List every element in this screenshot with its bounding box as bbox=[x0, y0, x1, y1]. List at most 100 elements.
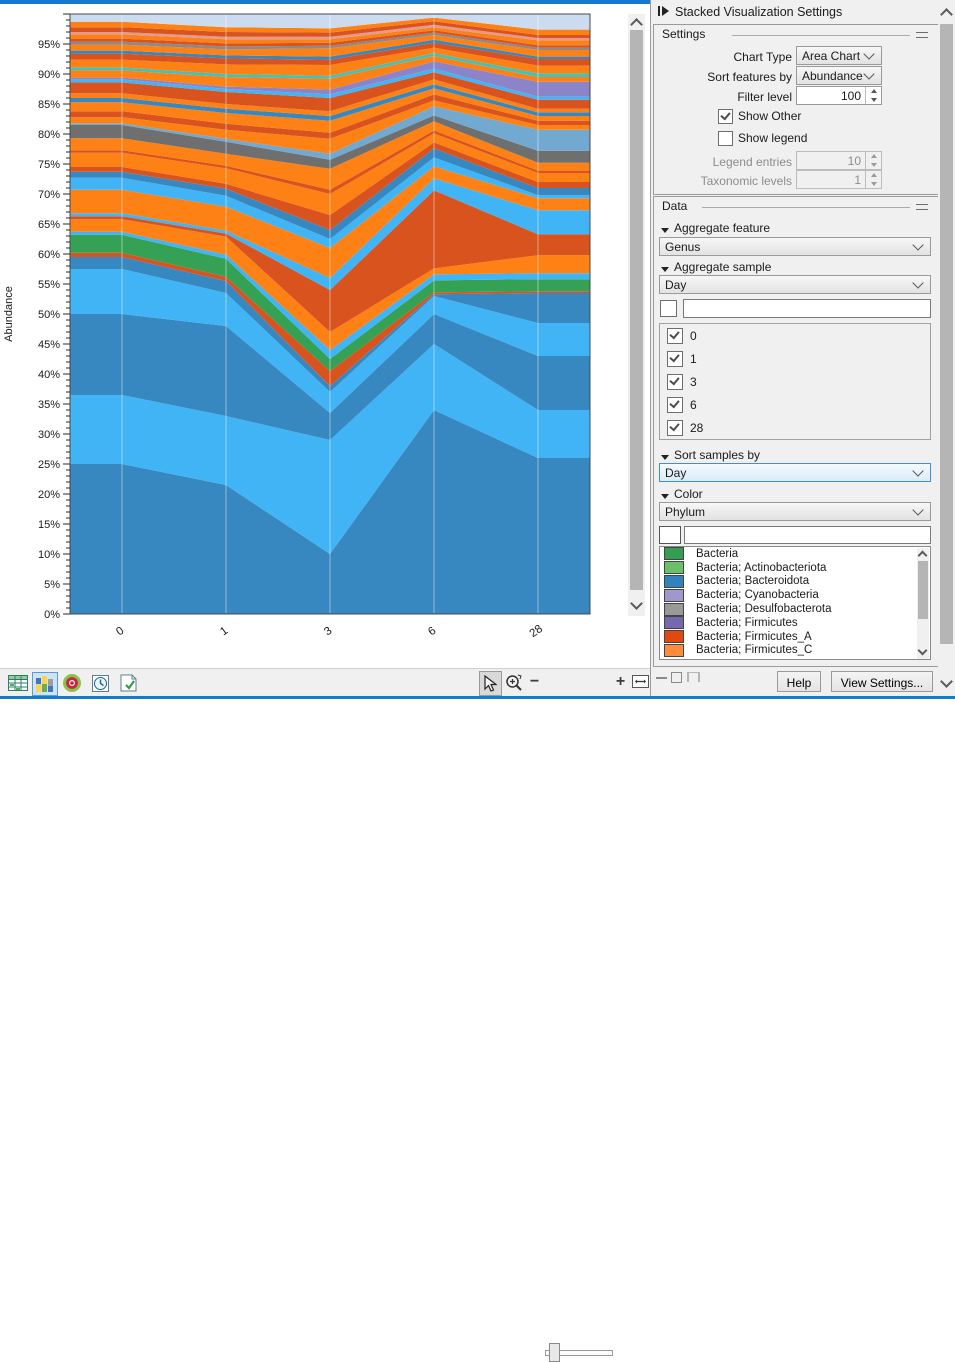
spin-up-icon[interactable] bbox=[866, 87, 881, 96]
sort-samples-section[interactable]: Sort samples by bbox=[661, 448, 760, 462]
sample-list-item[interactable]: 6 bbox=[660, 393, 930, 416]
sample-checkbox[interactable] bbox=[667, 374, 683, 390]
chart-scrollbar-thumb[interactable] bbox=[630, 30, 643, 590]
taxonomic-levels-spinbox: 1 bbox=[796, 170, 882, 189]
zoom-out-button[interactable]: − bbox=[527, 671, 542, 692]
legend-scrollbar[interactable] bbox=[917, 548, 929, 660]
maximize-widget-icon[interactable] bbox=[671, 672, 682, 683]
stacked-chart-view-button[interactable] bbox=[32, 672, 58, 696]
panel-scrollbar[interactable] bbox=[938, 2, 955, 696]
dock-widget-icon[interactable] bbox=[687, 672, 700, 682]
sample-checkbox[interactable] bbox=[667, 397, 683, 413]
legend-item[interactable]: Bacteria; Cyanobacteria bbox=[660, 588, 930, 602]
sort-features-label: Sort features by bbox=[707, 70, 792, 84]
legend-scrollbar-thumb[interactable] bbox=[918, 561, 928, 619]
minimize-widget-icon[interactable] bbox=[656, 674, 667, 679]
history-view-button[interactable] bbox=[88, 672, 112, 694]
legend-item[interactable]: Bacteria; Actinobacteriota bbox=[660, 561, 930, 575]
select-all-samples-checkbox[interactable] bbox=[660, 300, 677, 317]
y-tick-label: 85% bbox=[38, 99, 60, 111]
sample-list-item[interactable]: 28 bbox=[660, 416, 930, 439]
clock-icon bbox=[92, 675, 109, 692]
section-collapse-icon bbox=[661, 455, 669, 460]
spin-down-icon[interactable] bbox=[866, 96, 881, 105]
filter-level-spinbox[interactable]: 100 bbox=[796, 86, 882, 105]
color-combo[interactable]: Phylum bbox=[659, 502, 931, 521]
phylum-legend-list[interactable]: BacteriaBacteria; ActinobacteriotaBacter… bbox=[659, 546, 931, 660]
sample-list-item[interactable]: 0 bbox=[660, 324, 930, 347]
color-swatch-button[interactable] bbox=[659, 526, 681, 544]
sample-checkbox[interactable] bbox=[667, 420, 683, 436]
sample-filter-input[interactable] bbox=[683, 299, 931, 318]
y-tick-label: 20% bbox=[38, 489, 60, 501]
y-tick-label: 25% bbox=[38, 459, 60, 471]
legend-item[interactable]: Bacteria; Firmicutes_C bbox=[660, 644, 930, 658]
zoom-tool-button[interactable] bbox=[503, 671, 524, 694]
aggregate-feature-combo[interactable]: Genus bbox=[659, 237, 931, 256]
cursor-tool-button[interactable] bbox=[479, 671, 502, 696]
legend-color-swatch bbox=[664, 575, 684, 588]
legend-item[interactable]: Bacteria bbox=[660, 547, 930, 561]
view-toolbar: − + bbox=[0, 668, 650, 697]
scroll-down-icon[interactable] bbox=[918, 646, 928, 656]
legend-item[interactable]: Bacteria; Desulfobacterota bbox=[660, 602, 930, 616]
table-view-button[interactable] bbox=[6, 672, 30, 694]
legend-entries-spinbox: 10 bbox=[796, 151, 882, 170]
legend-item[interactable]: Bacteria; Bacteroidota bbox=[660, 575, 930, 589]
legend-label: Bacteria; Desulfobacterota bbox=[696, 603, 832, 615]
zoom-in-button[interactable]: + bbox=[613, 671, 628, 692]
chevron-down-icon bbox=[912, 504, 923, 515]
legend-color-swatch bbox=[664, 616, 684, 629]
sample-checkbox[interactable] bbox=[667, 328, 683, 344]
sample-list-item[interactable]: 1 bbox=[660, 347, 930, 370]
chart-type-combo[interactable]: Area Chart bbox=[796, 46, 882, 65]
taxonomic-levels-label: Taxonomic levels bbox=[701, 174, 792, 188]
y-tick-label: 45% bbox=[38, 339, 60, 351]
color-section[interactable]: Color bbox=[661, 487, 703, 501]
collapse-data-icon[interactable] bbox=[916, 204, 928, 210]
y-tick-label: 30% bbox=[38, 429, 60, 441]
x-axis: 013628 bbox=[114, 623, 545, 640]
scroll-down-icon[interactable] bbox=[630, 597, 643, 610]
scroll-up-icon[interactable] bbox=[940, 8, 953, 21]
legend-entries-label: Legend entries bbox=[713, 155, 792, 169]
aggregate-sample-combo[interactable]: Day bbox=[659, 275, 931, 294]
sort-features-combo[interactable]: Abundance bbox=[796, 66, 882, 85]
scroll-down-icon[interactable] bbox=[940, 675, 953, 688]
y-axis-title: Abundance bbox=[3, 286, 15, 342]
y-axis: 0%5%10%15%20%25%30%35%40%45%50%55%60%65%… bbox=[38, 14, 70, 621]
section-collapse-icon bbox=[661, 228, 669, 233]
legend-label: Bacteria; Firmicutes_A bbox=[696, 631, 812, 643]
collapse-panel-icon[interactable] bbox=[657, 6, 673, 18]
y-tick-label: 75% bbox=[38, 159, 60, 171]
sample-checkbox[interactable] bbox=[667, 351, 683, 367]
panel-scrollbar-thumb[interactable] bbox=[940, 24, 953, 644]
view-settings-button[interactable]: View Settings... bbox=[831, 671, 933, 692]
aggregate-feature-section[interactable]: Aggregate feature bbox=[661, 221, 770, 235]
fit-width-button[interactable] bbox=[630, 671, 650, 692]
fit-width-icon bbox=[632, 675, 649, 688]
donut-view-button[interactable] bbox=[60, 672, 84, 694]
sort-samples-combo[interactable]: Day bbox=[659, 463, 931, 482]
section-collapse-icon bbox=[661, 267, 669, 272]
zoom-slider-handle[interactable] bbox=[549, 1343, 560, 1362]
scroll-up-icon[interactable] bbox=[630, 18, 643, 31]
report-view-button[interactable] bbox=[116, 672, 140, 694]
legend-item[interactable]: Bacteria; Firmicutes bbox=[660, 616, 930, 630]
legend-color-swatch bbox=[664, 630, 684, 643]
scroll-up-icon[interactable] bbox=[918, 551, 928, 561]
cursor-icon bbox=[484, 675, 497, 692]
chart-vertical-scrollbar[interactable] bbox=[628, 14, 645, 616]
help-button[interactable]: Help bbox=[777, 671, 821, 692]
y-tick-label: 0% bbox=[44, 609, 60, 621]
legend-filter-input[interactable] bbox=[684, 526, 931, 544]
show-legend-checkbox[interactable] bbox=[718, 131, 733, 146]
sample-list-item[interactable]: 3 bbox=[660, 370, 930, 393]
stacked-chart-icon bbox=[36, 676, 54, 692]
sample-list[interactable]: 013628 bbox=[659, 323, 931, 440]
legend-item[interactable]: Bacteria; Firmicutes_A bbox=[660, 630, 930, 644]
aggregate-sample-section[interactable]: Aggregate sample bbox=[661, 260, 771, 274]
show-other-checkbox[interactable] bbox=[718, 109, 733, 124]
y-tick-label: 60% bbox=[38, 249, 60, 261]
collapse-settings-icon[interactable] bbox=[916, 32, 928, 38]
